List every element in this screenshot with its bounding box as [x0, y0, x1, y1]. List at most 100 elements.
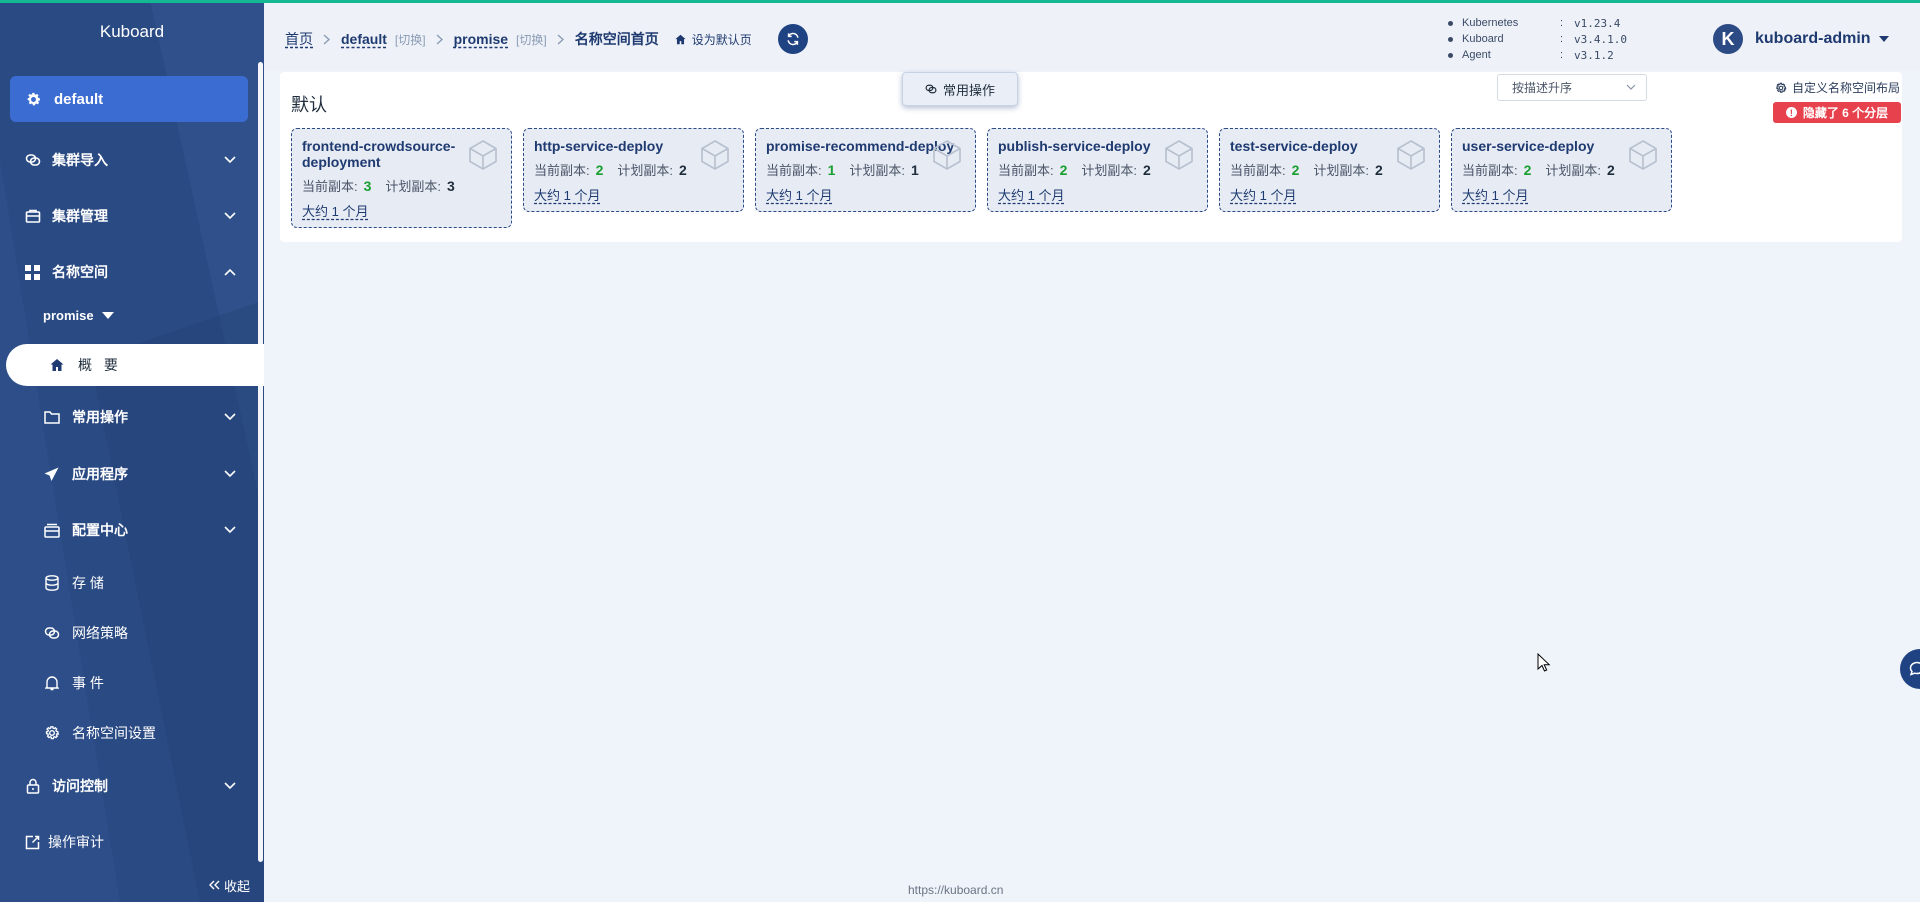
cube-icon	[701, 140, 729, 170]
sidebar-item-events[interactable]: 事 件	[0, 663, 258, 703]
chevron-down-icon	[223, 410, 237, 424]
double-chevron-left-icon	[208, 878, 220, 893]
sidebar-item-cluster-import[interactable]: 集群导入	[0, 140, 258, 180]
sidebar-scrollbar[interactable]	[258, 62, 263, 862]
custom-namespace-layout-link[interactable]: 自定义名称空间布局	[1775, 79, 1900, 96]
workload-name: http-service-deploy	[534, 138, 664, 154]
chevron-down-icon	[223, 467, 237, 481]
workload-card[interactable]: frontend-crowdsource-deployment 当前副本: 3 计划…	[291, 128, 512, 228]
sidebar-item-applications[interactable]: 应用程序	[0, 454, 258, 494]
chevron-right-icon	[323, 33, 331, 45]
workload-age[interactable]: 大约 1 个月	[998, 185, 1064, 204]
chevron-down-icon	[1626, 84, 1636, 90]
sidebar-item-audit[interactable]: 操作审计	[0, 822, 258, 862]
sidebar-item-network-policy[interactable]: 网络策略	[0, 613, 258, 653]
home-icon	[675, 34, 686, 44]
workload-age[interactable]: 大约 1 个月	[766, 185, 832, 204]
sidebar-item-access-control[interactable]: 访问控制	[0, 766, 258, 806]
sidebar-item-namespace-settings[interactable]: 名称空间设置	[0, 713, 258, 753]
chat-icon	[1909, 661, 1920, 676]
switch-cluster-link[interactable]: [切换]	[395, 31, 426, 48]
caret-down-icon	[1878, 36, 1889, 42]
link-icon	[24, 152, 41, 169]
paper-plane-icon	[43, 466, 60, 483]
set-default-page-button[interactable]: 设为默认页	[675, 31, 752, 48]
sidebar-item-label: 名称空间	[52, 264, 108, 280]
workload-age[interactable]: 大约 1 个月	[534, 185, 600, 204]
brand-title: Kuboard	[99, 22, 165, 41]
workload-age[interactable]: 大约 1 个月	[1230, 185, 1296, 204]
folder-icon	[43, 409, 60, 426]
briefcase-icon	[24, 208, 41, 225]
external-link-icon	[24, 834, 41, 851]
version-row: Kubernetes: v1.23.4	[1448, 15, 1627, 31]
breadcrumb-namespace-link[interactable]: promise	[454, 31, 508, 47]
sidebar-item-cluster-management[interactable]: 集群管理	[0, 196, 258, 236]
collapse-label: 收起	[224, 879, 251, 894]
sort-select-value: 按描述升序	[1512, 81, 1573, 95]
gear-icon	[24, 90, 42, 108]
cube-icon	[1165, 140, 1193, 170]
alert-icon: !	[1785, 107, 1797, 118]
sidebar-item-overview[interactable]: 概 要	[6, 344, 264, 386]
chevron-down-icon	[223, 153, 237, 167]
layer-title: 默认	[291, 95, 327, 115]
workload-age[interactable]: 大约 1 个月	[302, 201, 368, 220]
breadcrumb-home-link[interactable]: 首页	[285, 29, 313, 49]
version-row: Kuboard: v3.4.1.0	[1448, 31, 1627, 47]
sidebar-item-config-center[interactable]: 配置中心	[0, 510, 258, 550]
workload-card[interactable]: test-service-deploy 当前副本: 2 计划副本: 2 大约 1 个月	[1219, 128, 1440, 212]
lock-icon	[24, 778, 41, 795]
workload-card[interactable]: promise-recommend-deploy 当前副本: 1 计划副本: 1 大约…	[755, 128, 976, 212]
sort-select[interactable]: 按描述升序	[1497, 74, 1647, 101]
sidebar-item-label: 网络策略	[72, 625, 128, 641]
namespace-selector-value: promise	[43, 308, 94, 323]
common-ops-label: 常用操作	[942, 82, 995, 98]
sidebar-item-storage[interactable]: 存 储	[0, 563, 258, 603]
breadcrumb: 首页 default [切换] promise [切换] 名称空间首页 设为默认…	[285, 29, 752, 49]
workload-card[interactable]: http-service-deploy 当前副本: 2 计划副本: 2 大约 1 个月	[523, 128, 744, 212]
switch-namespace-link[interactable]: [切换]	[516, 31, 547, 48]
workload-card[interactable]: user-service-deploy 当前副本: 2 计划副本: 2 大约 1 个月	[1451, 128, 1672, 212]
workload-card[interactable]: publish-service-deploy 当前副本: 2 计划副本: 2 大约 1…	[987, 128, 1208, 212]
database-icon	[43, 575, 60, 592]
sidebar-item-label: 集群导入	[52, 152, 108, 168]
sidebar-item-label: 操作审计	[48, 834, 104, 850]
user-menu[interactable]: K kuboard-admin	[1713, 24, 1889, 54]
chevron-down-icon	[223, 779, 237, 793]
chevron-right-icon	[557, 33, 565, 45]
planned-replicas: 2	[679, 162, 687, 178]
hidden-layers-button[interactable]: ! 隐藏了 6 个分层	[1773, 102, 1901, 123]
planned-replicas: 1	[911, 162, 919, 178]
refresh-button[interactable]	[778, 24, 808, 54]
cluster-name: default	[54, 90, 104, 108]
avatar: K	[1713, 24, 1743, 54]
sidebar-collapse-button[interactable]: 收起	[208, 876, 250, 895]
sidebar-item-namespace[interactable]: 名称空间	[0, 252, 258, 292]
sidebar: Kuboard default 集群导入 集群管理 名称空间 promise 概…	[0, 0, 264, 902]
workload-name: user-service-deploy	[1462, 138, 1595, 154]
sidebar-item-common-ops[interactable]: 常用操作	[0, 397, 258, 437]
current-replicas: 2	[1523, 162, 1532, 178]
sidebar-item-label: 访问控制	[52, 778, 108, 794]
cube-icon	[1629, 140, 1657, 170]
common-ops-button[interactable]: 常用操作	[902, 72, 1018, 106]
cluster-selector[interactable]: default	[10, 76, 248, 122]
namespace-selector[interactable]: promise	[43, 308, 114, 323]
sidebar-item-label: 集群管理	[52, 208, 108, 224]
chevron-down-icon	[223, 523, 237, 537]
refresh-icon	[787, 32, 799, 46]
sidebar-item-label: 应用程序	[72, 466, 128, 482]
bell-icon	[43, 675, 60, 692]
chat-support-button[interactable]	[1900, 649, 1920, 689]
planned-replicas: 2	[1607, 162, 1615, 178]
workload-name: test-service-deploy	[1230, 138, 1358, 154]
breadcrumb-current: 名称空间首页	[574, 31, 659, 47]
footer-link[interactable]: https://kuboard.cn	[908, 883, 1003, 897]
sidebar-item-label: 存 储	[72, 575, 104, 591]
workload-age[interactable]: 大约 1 个月	[1462, 185, 1528, 204]
caret-down-icon	[101, 312, 114, 319]
breadcrumb-cluster-link[interactable]: default	[341, 31, 387, 47]
custom-layout-label: 自定义名称空间布局	[1792, 81, 1901, 95]
user-name: kuboard-admin	[1755, 30, 1871, 47]
